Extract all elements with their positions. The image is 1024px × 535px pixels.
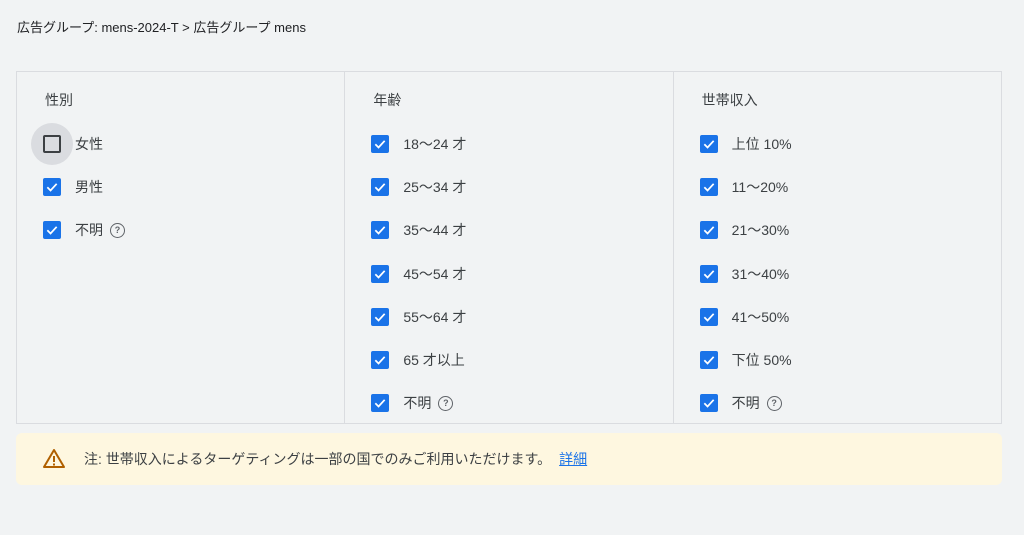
checkbox-checked[interactable] <box>371 134 390 153</box>
age-option[interactable]: 不明? <box>345 382 672 425</box>
checkbox-checked[interactable] <box>371 221 390 240</box>
gender-options: 女性男性不明? <box>17 122 344 252</box>
option-label: 女性 <box>75 135 103 152</box>
checkbox-checked[interactable] <box>699 134 718 153</box>
checkbox-wrapper <box>698 176 720 198</box>
checkbox-wrapper <box>369 176 391 198</box>
income-title: 世帯収入 <box>701 92 758 108</box>
checkbox-wrapper <box>698 306 720 328</box>
income-option[interactable]: 21～30% <box>674 209 1001 252</box>
age-option[interactable]: 18～24 才 <box>345 122 672 165</box>
checkbox-wrapper <box>369 133 391 155</box>
checkbox-wrapper <box>41 219 63 241</box>
breadcrumb: 広告グループ: mens-2024-T > 広告グループ mens <box>17 20 306 35</box>
option-label: 45～54 才 <box>403 265 467 282</box>
checkbox-checked[interactable] <box>699 264 718 283</box>
demographics-panel: 性別 女性男性不明? 年齢 18～24 才 25～34 才 35～44 才 45～54… <box>16 71 1002 424</box>
option-label: 下位 50% <box>731 352 792 369</box>
details-link[interactable]: 詳細 <box>559 449 587 469</box>
checkbox-unchecked[interactable] <box>43 134 61 153</box>
income-option[interactable]: 41～50% <box>674 295 1001 338</box>
checkbox-checked[interactable] <box>371 307 390 326</box>
age-option[interactable]: 35～44 才 <box>345 209 672 252</box>
option-label: 男性 <box>75 178 103 195</box>
gender-column: 性別 女性男性不明? <box>17 72 344 423</box>
checkbox-wrapper <box>369 306 391 328</box>
option-label: 上位 10% <box>731 135 792 152</box>
option-label: 35～44 才 <box>403 222 467 239</box>
checkbox-wrapper <box>41 176 63 198</box>
warning-icon <box>43 449 65 468</box>
option-label: 65 才以上 <box>403 352 465 369</box>
option-label: 25～34 才 <box>403 178 467 195</box>
checkbox-wrapper <box>698 349 720 371</box>
income-option[interactable]: 11～20% <box>674 165 1001 208</box>
income-option[interactable]: 不明? <box>674 382 1001 425</box>
age-options: 18～24 才 25～34 才 35～44 才 45～54 才 55～64 才 65 才以… <box>345 122 672 425</box>
income-option[interactable]: 下位 50% <box>674 338 1001 381</box>
income-options: 上位 10% 11～20% 21～30% 31～40% 41～50% 下位 50% 不明? <box>674 122 1001 425</box>
income-column: 世帯収入 上位 10% 11～20% 21～30% 31～40% 41～50% 下位 50… <box>672 72 1001 425</box>
income-option[interactable]: 上位 10% <box>674 122 1001 165</box>
option-label: 21～30% <box>731 222 790 239</box>
checkbox-wrapper <box>698 133 720 155</box>
option-label: 18～24 才 <box>403 135 467 152</box>
option-label: 55～64 才 <box>403 308 467 325</box>
gender-option[interactable]: 女性 <box>17 122 344 165</box>
help-icon[interactable]: ? <box>766 395 782 411</box>
age-option[interactable]: 55～64 才 <box>345 295 672 338</box>
option-label: 不明 <box>731 395 760 412</box>
checkbox-checked[interactable] <box>699 221 718 240</box>
checkbox-checked[interactable] <box>371 177 390 196</box>
income-option[interactable]: 31～40% <box>674 252 1001 295</box>
option-label: 41～50% <box>731 308 790 325</box>
age-option[interactable]: 25～34 才 <box>345 165 672 208</box>
checkbox-wrapper <box>369 392 391 414</box>
help-icon[interactable]: ? <box>438 395 454 411</box>
checkbox-checked[interactable] <box>371 351 390 370</box>
option-label: 不明 <box>403 395 432 412</box>
checkbox-wrapper <box>698 392 720 414</box>
checkbox-checked[interactable] <box>371 264 390 283</box>
checkbox-wrapper <box>369 349 391 371</box>
checkbox-checked[interactable] <box>371 394 390 413</box>
gender-option[interactable]: 不明? <box>17 209 344 252</box>
age-column: 年齢 18～24 才 25～34 才 35～44 才 45～54 才 55～64 才 65… <box>344 72 672 423</box>
option-label: 不明 <box>75 222 103 239</box>
notice-text: 注: 世帯収入によるターゲティングは一部の国でのみご利用いただけます。 <box>84 451 552 467</box>
checkbox-wrapper <box>698 219 720 241</box>
checkbox-wrapper <box>369 219 391 241</box>
option-label: 31～40% <box>731 265 790 282</box>
gender-title: 性別 <box>45 92 73 108</box>
checkbox-wrapper <box>31 122 73 165</box>
checkbox-wrapper <box>698 263 720 285</box>
income-notice: 注: 世帯収入によるターゲティングは一部の国でのみご利用いただけます。 詳細 <box>16 433 1002 485</box>
checkbox-checked[interactable] <box>699 177 718 196</box>
age-option[interactable]: 45～54 才 <box>345 252 672 295</box>
checkbox-checked[interactable] <box>699 307 718 326</box>
checkbox-checked[interactable] <box>699 351 718 370</box>
checkbox-checked[interactable] <box>699 394 718 413</box>
checkbox-checked[interactable] <box>43 177 61 196</box>
age-option[interactable]: 65 才以上 <box>345 338 672 381</box>
checkbox-wrapper <box>369 263 391 285</box>
option-label: 11～20% <box>731 178 789 195</box>
gender-option[interactable]: 男性 <box>17 165 344 208</box>
age-title: 年齢 <box>373 92 402 108</box>
help-icon[interactable]: ? <box>110 222 125 238</box>
checkbox-checked[interactable] <box>43 221 61 240</box>
